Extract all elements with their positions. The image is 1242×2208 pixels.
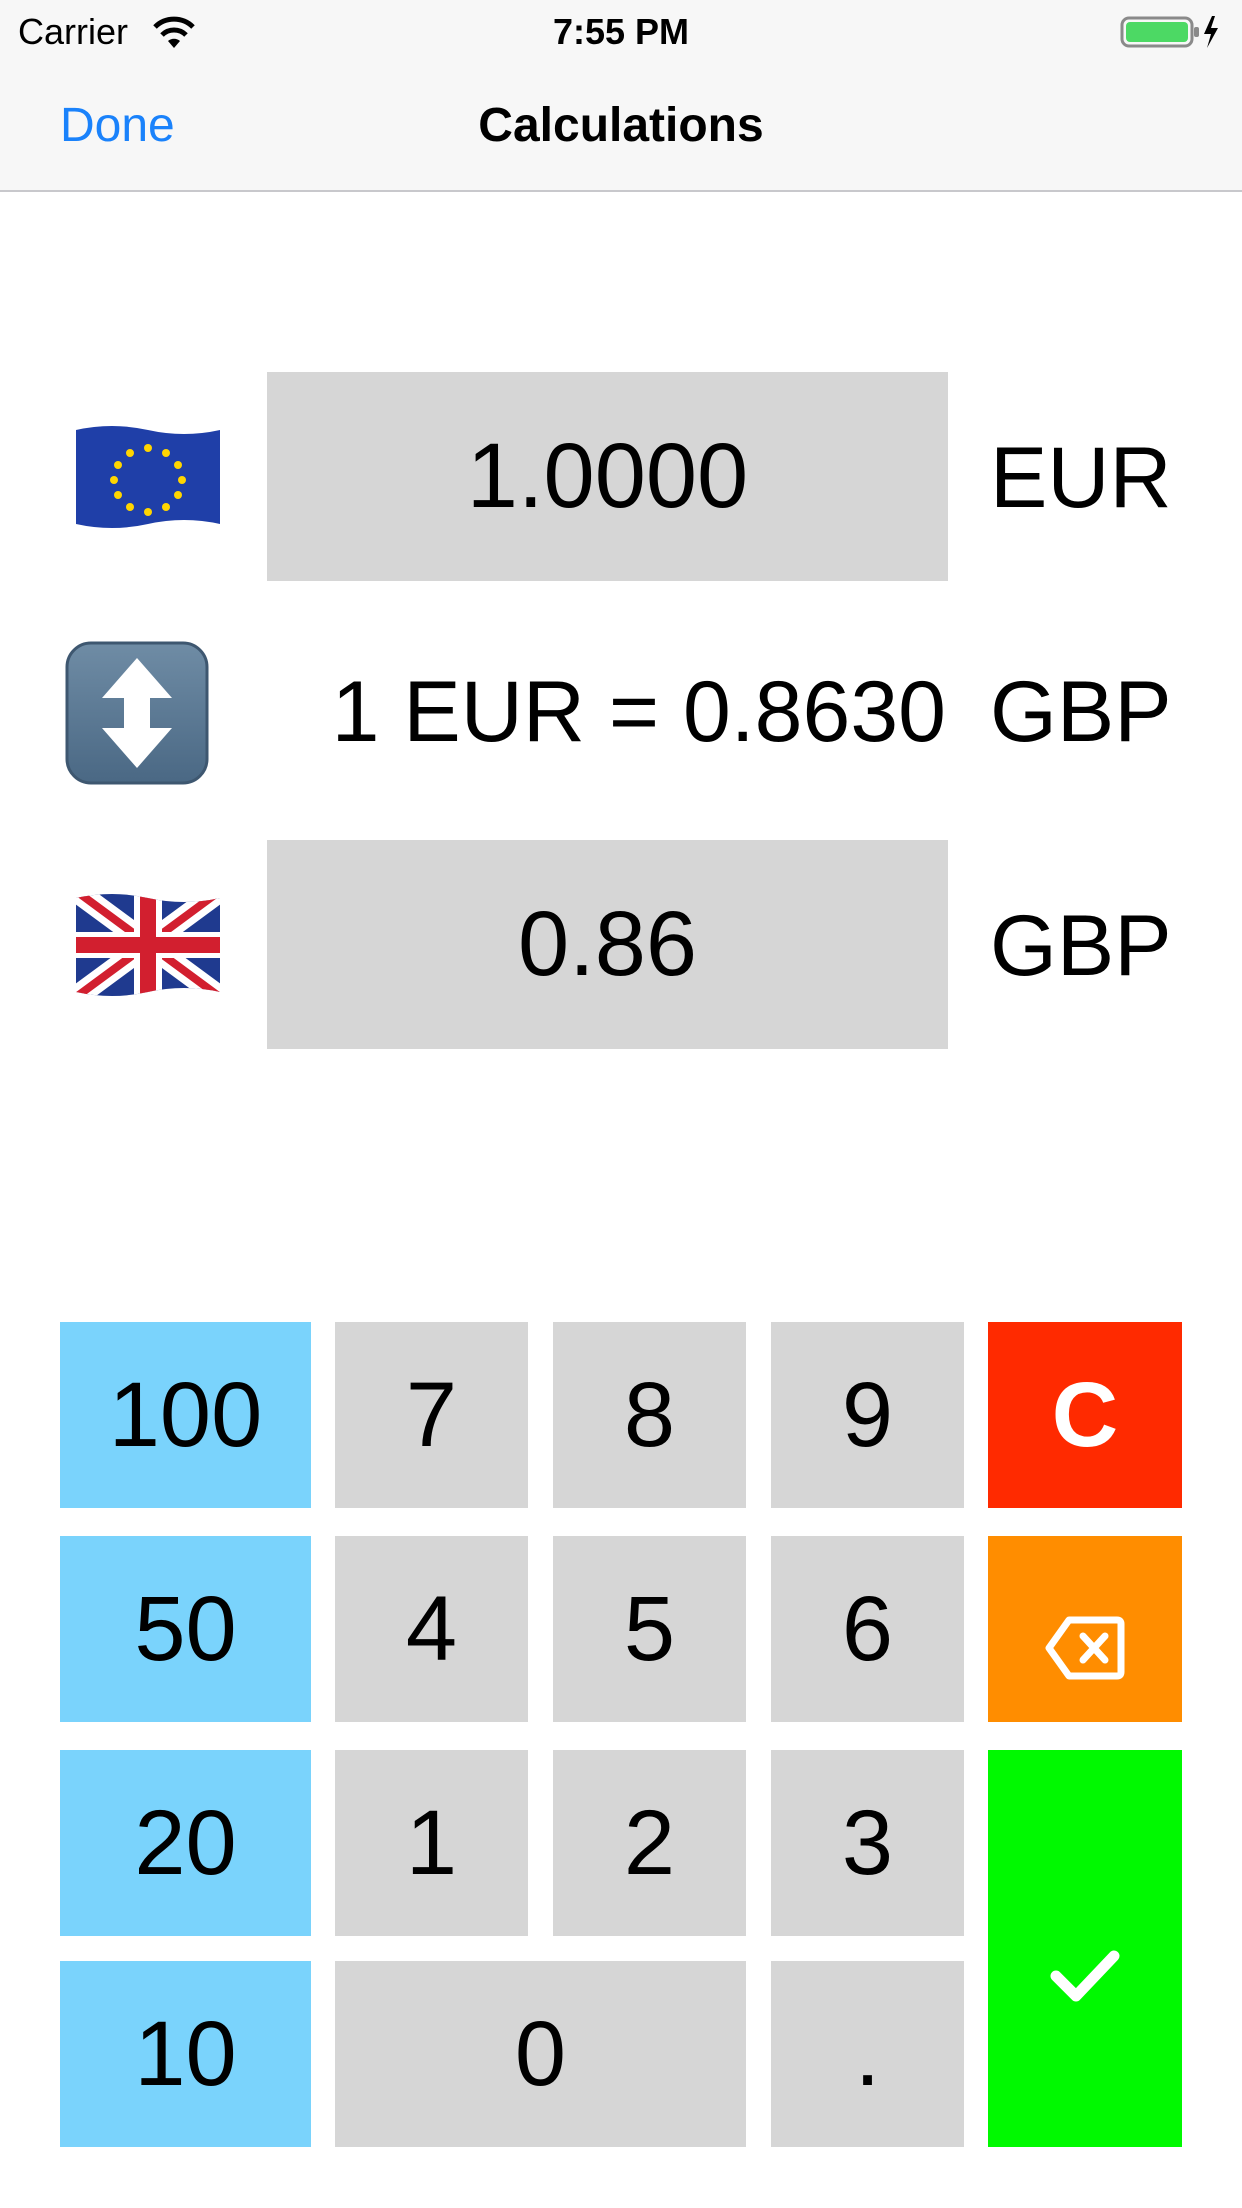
- digit-9-button[interactable]: 9: [771, 1322, 964, 1508]
- digit-8-button[interactable]: 8: [553, 1322, 746, 1508]
- rate-currency-code: GBP: [990, 664, 1172, 760]
- clear-button[interactable]: C: [988, 1322, 1182, 1508]
- status-time: 7:55 PM: [552, 11, 690, 52]
- digit-6-button[interactable]: 6: [771, 1536, 964, 1722]
- page-title: Calculations: [478, 99, 764, 152]
- eu-flag-icon: [72, 420, 224, 532]
- digit-0-button[interactable]: 0: [335, 1961, 746, 2147]
- to-currency-code[interactable]: GBP: [990, 896, 1190, 996]
- quick-amount-50-button[interactable]: 50: [60, 1536, 311, 1722]
- digit-1-button[interactable]: 1: [335, 1750, 528, 1936]
- backspace-icon: [1045, 1597, 1125, 1680]
- battery-charging-icon: [1120, 12, 1220, 52]
- digit-2-button[interactable]: 2: [553, 1750, 746, 1936]
- digit-5-button[interactable]: 5: [553, 1536, 746, 1722]
- gb-flag-icon: [72, 888, 224, 1000]
- quick-amount-100-button[interactable]: 100: [60, 1322, 311, 1508]
- digit-3-button[interactable]: 3: [771, 1750, 964, 1936]
- up-down-arrow-icon[interactable]: [64, 640, 210, 786]
- quick-amount-10-button[interactable]: 10: [60, 1961, 311, 2147]
- quick-amount-20-button[interactable]: 20: [60, 1750, 311, 1936]
- from-amount-field[interactable]: 1.0000: [267, 372, 948, 581]
- confirm-button[interactable]: [988, 1750, 1182, 2147]
- from-currency-code[interactable]: EUR: [990, 428, 1190, 528]
- decimal-point-button[interactable]: .: [771, 1961, 964, 2147]
- exchange-rate-text: 1 EUR = 0.8630: [331, 664, 946, 760]
- digit-4-button[interactable]: 4: [335, 1536, 528, 1722]
- digit-7-button[interactable]: 7: [335, 1322, 528, 1508]
- checkmark-icon: [1050, 1921, 1120, 2001]
- to-amount-field[interactable]: 0.86: [267, 840, 948, 1049]
- backspace-button[interactable]: [988, 1536, 1182, 1722]
